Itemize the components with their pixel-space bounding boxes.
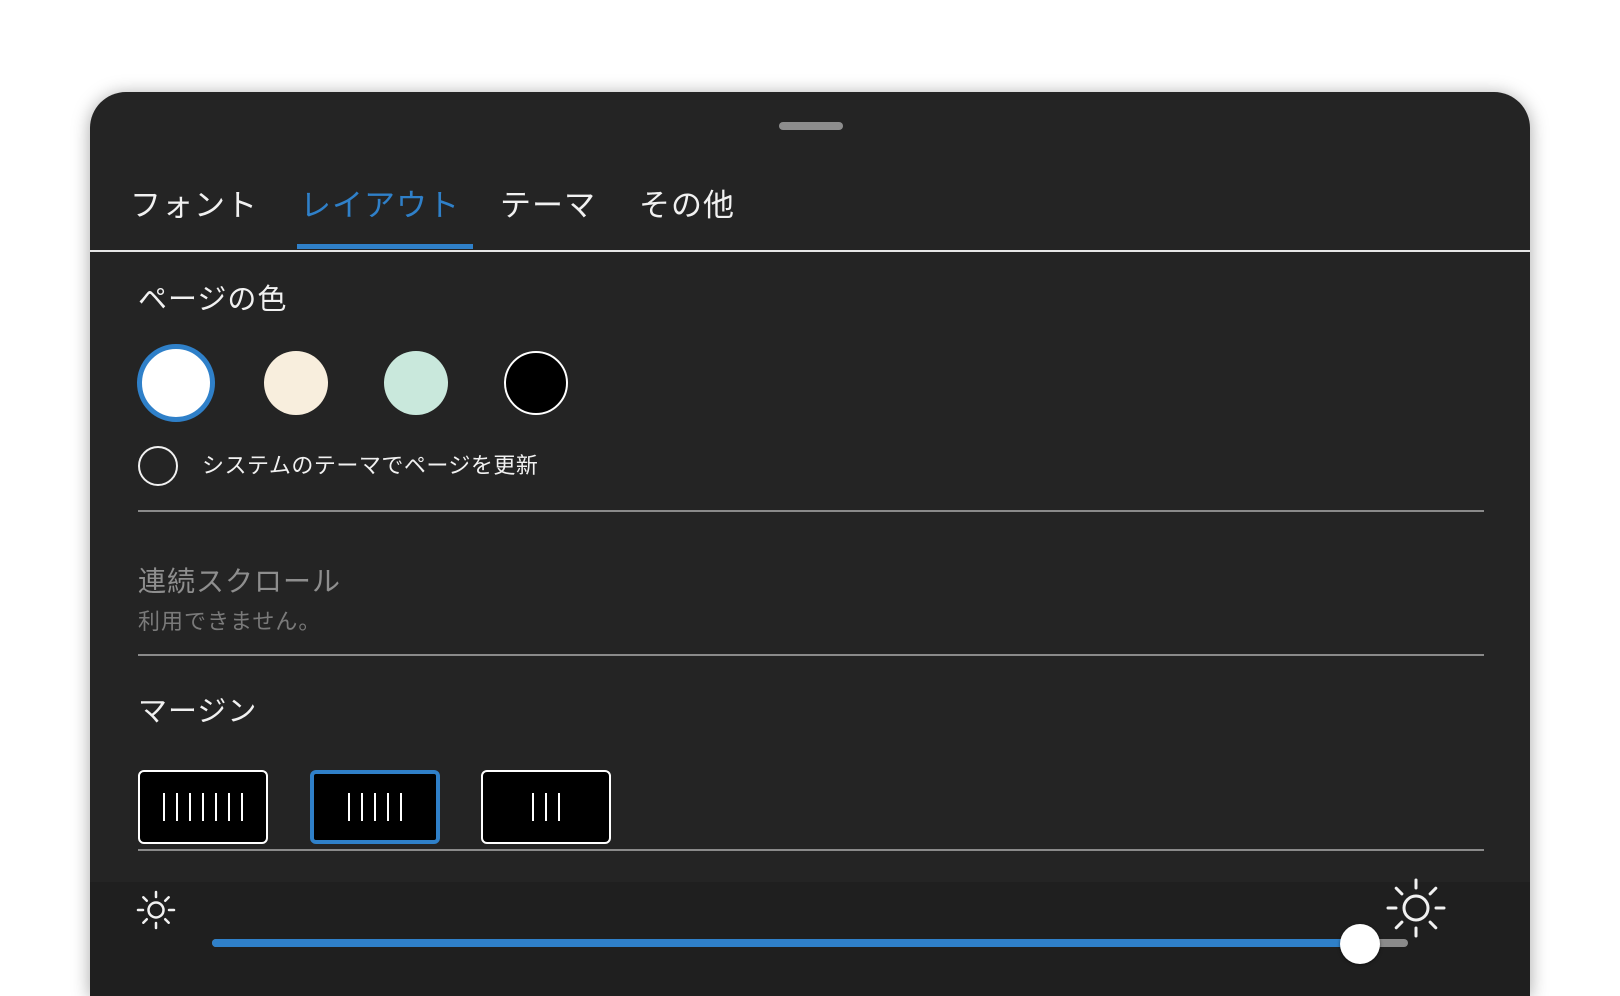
tab-bar: フォント レイアウト テーマ その他 (90, 92, 1530, 253)
section-divider (138, 654, 1484, 656)
page-color-swatch[interactable] (504, 351, 568, 415)
margin-title: マージン (138, 694, 258, 728)
page-color-swatch[interactable] (137, 344, 215, 422)
system-theme-label: システムのテーマでページを更新 (202, 454, 539, 479)
sun-large-icon (1386, 878, 1446, 938)
tab-divider (90, 250, 1530, 252)
section-divider (138, 849, 1484, 851)
brightness-slider[interactable] (212, 939, 1408, 947)
margin-option-button[interactable] (481, 770, 611, 844)
section-divider (138, 510, 1484, 512)
system-theme-radio[interactable] (138, 446, 178, 486)
tab-theme[interactable]: テーマ (500, 180, 596, 240)
sun-small-icon (136, 890, 176, 930)
margin-bars-icon (348, 792, 402, 822)
tab-layout[interactable]: レイアウト (300, 180, 460, 240)
margin-bars-icon (163, 792, 243, 822)
margin-bars-icon (532, 792, 560, 822)
continuous-scroll-title: 連続スクロール (138, 565, 342, 598)
settings-panel: フォント レイアウト テーマ その他 ページの色 システムのテーマでページを更新… (90, 92, 1530, 996)
page-color-title: ページの色 (138, 282, 288, 316)
brightness-slider-fill (212, 939, 1361, 947)
margin-option-button[interactable] (138, 770, 268, 844)
page-color-swatch[interactable] (264, 351, 328, 415)
active-tab-indicator (297, 244, 473, 249)
continuous-scroll-subtitle: 利用できません。 (138, 610, 322, 635)
tab-other[interactable]: その他 (639, 180, 735, 240)
brightness-slider-thumb[interactable] (1340, 924, 1381, 964)
page-color-swatch[interactable] (384, 351, 448, 415)
margin-option-button[interactable] (310, 770, 440, 844)
tab-font[interactable]: フォント (130, 180, 258, 240)
